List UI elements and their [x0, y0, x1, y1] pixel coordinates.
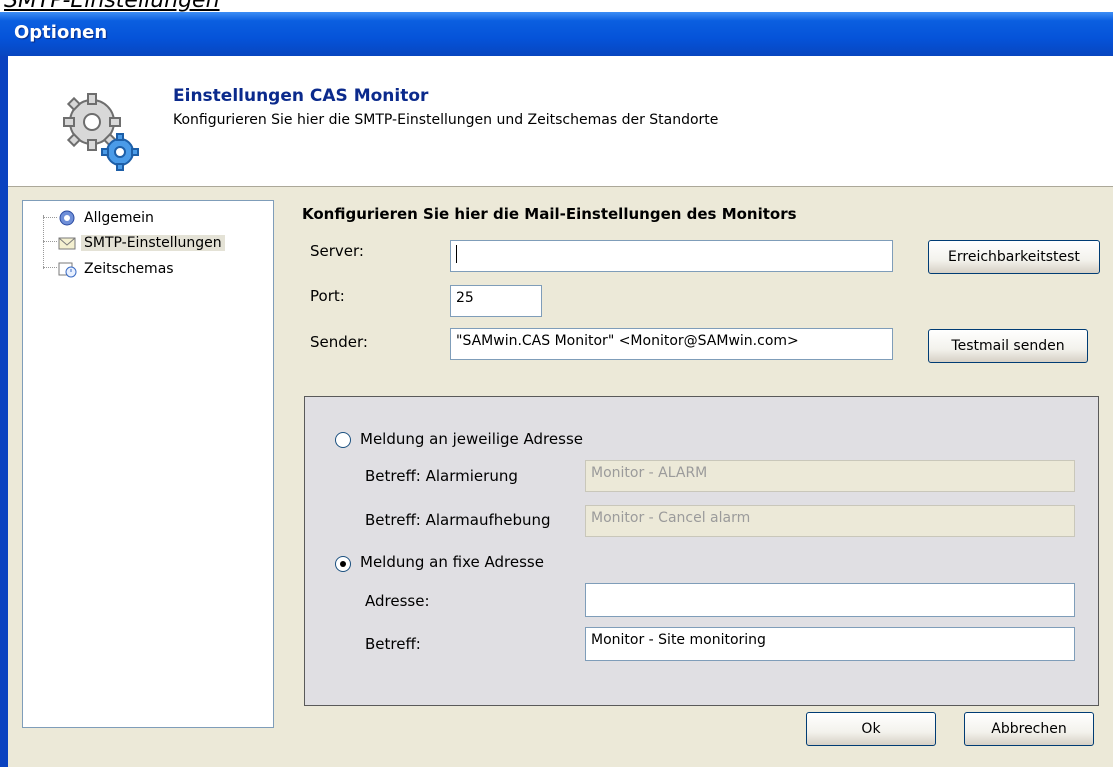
tree-item-allgemein[interactable]: Allgemein	[57, 206, 157, 230]
window-title: Optionen	[14, 22, 108, 43]
dialog-header: Einstellungen CAS Monitor Konfigurieren …	[8, 56, 1113, 187]
radio-fixed-address[interactable]	[335, 556, 351, 572]
gear-icon	[59, 210, 75, 226]
header-subtitle: Konfigurieren Sie hier die SMTP-Einstell…	[173, 112, 719, 128]
subject-label: Betreff:	[365, 635, 421, 653]
reachability-test-button[interactable]: Erreichbarkeitstest	[928, 240, 1100, 274]
navigation-tree: Allgemein SMTP-Einstellungen Zeitschemas	[22, 200, 274, 728]
notification-group: Meldung an jeweilige Adresse Betreff: Al…	[304, 396, 1099, 706]
server-input[interactable]	[450, 240, 893, 272]
server-label: Server:	[310, 242, 364, 260]
sender-input[interactable]: "SAMwin.CAS Monitor" <Monitor@SAMwin.com…	[450, 328, 893, 360]
options-dialog: Optionen Einstellungen CAS Monitor Konfi…	[0, 12, 1113, 767]
title-bar[interactable]: Optionen	[0, 12, 1113, 56]
subject-cancel-label: Betreff: Alarmaufhebung	[365, 511, 551, 529]
header-title: Einstellungen CAS Monitor	[173, 86, 429, 106]
address-input[interactable]	[585, 583, 1075, 617]
subject-alarm-label: Betreff: Alarmierung	[365, 467, 518, 485]
tree-item-zeitschemas[interactable]: Zeitschemas	[57, 257, 177, 281]
tree-item-label: Allgemein	[84, 210, 154, 226]
cancel-button[interactable]: Abbrechen	[964, 712, 1094, 746]
radio-each-address[interactable]	[335, 432, 351, 448]
section-title: Konfigurieren Sie hier die Mail-Einstell…	[302, 205, 797, 223]
ok-button[interactable]: Ok	[806, 712, 936, 746]
send-testmail-button[interactable]: Testmail senden	[928, 329, 1088, 363]
subject-cancel-input[interactable]: Monitor - Cancel alarm	[585, 505, 1075, 537]
address-label: Adresse:	[365, 592, 430, 610]
sender-label: Sender:	[310, 333, 368, 351]
tree-item-smtp-einstellungen[interactable]: SMTP-Einstellungen	[57, 231, 225, 255]
gears-icon	[63, 93, 139, 171]
tree-item-label: SMTP-Einstellungen	[81, 235, 225, 251]
text-caret	[456, 245, 457, 263]
mail-icon	[58, 237, 76, 250]
calendar-clock-icon	[58, 262, 77, 278]
subject-alarm-input[interactable]: Monitor - ALARM	[585, 460, 1075, 492]
option-fixed-label: Meldung an fixe Adresse	[360, 553, 544, 571]
port-label: Port:	[310, 287, 345, 305]
tree-item-label: Zeitschemas	[84, 261, 174, 277]
subject-input[interactable]: Monitor - Site monitoring	[585, 627, 1075, 661]
port-input[interactable]: 25	[450, 285, 542, 317]
option-each-label: Meldung an jeweilige Adresse	[360, 430, 583, 448]
